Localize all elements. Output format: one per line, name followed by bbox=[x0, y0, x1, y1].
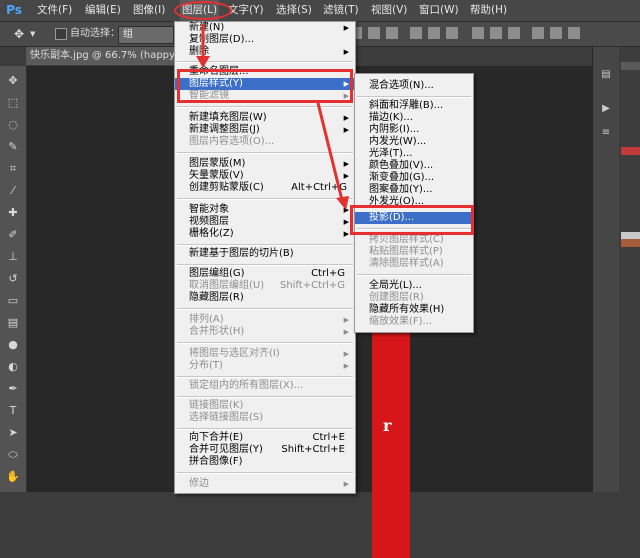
arrow-head-diagonal bbox=[336, 196, 349, 210]
arrow-line-diagonal bbox=[316, 102, 344, 201]
annotation-arrows bbox=[196, 24, 349, 210]
arrow-head-down bbox=[196, 56, 210, 68]
